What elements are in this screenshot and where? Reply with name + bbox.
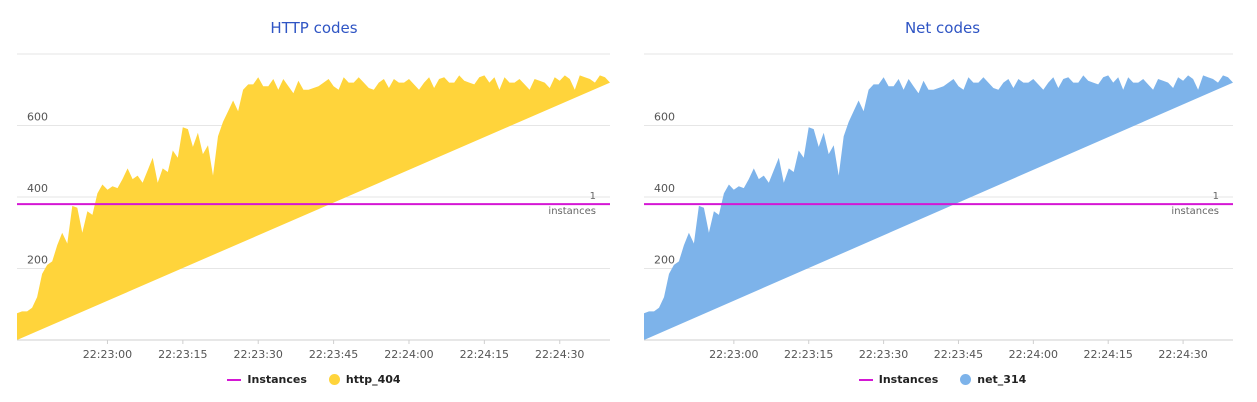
series-area-http_404	[17, 75, 610, 341]
net-codes-plot: 200 400 600 22:23:00 22:23:15 22:23:30 22:23:4…	[644, 53, 1233, 361]
y-tick-label: 600	[27, 111, 48, 124]
legend-label: Instances	[247, 373, 307, 386]
legend-label: http_404	[345, 373, 401, 386]
legend-series-swatch	[960, 374, 972, 385]
threshold-unit-label: instances	[1171, 206, 1219, 217]
y-tick-label: 400	[654, 182, 675, 195]
http-codes-plot: 200 400 600 22:23:00 22:23:15 22:23:30 22:23:4…	[17, 53, 610, 361]
threshold-value-label: 1	[590, 191, 596, 202]
series-area-net_314	[644, 75, 1233, 341]
x-tick-label: 22:24:15	[460, 348, 509, 361]
legend-item-http-404[interactable]: http_404	[328, 373, 401, 386]
legend-item-instances[interactable]: Instances	[227, 373, 307, 386]
legend-series-swatch	[328, 374, 340, 385]
x-tick-label: 22:23:15	[158, 348, 207, 361]
y-tick-label: 200	[654, 254, 675, 267]
x-tick-label: 22:23:15	[784, 348, 833, 361]
legend-instances-swatch	[227, 378, 242, 381]
y-tick-label: 400	[27, 182, 48, 195]
x-tick-label: 22:23:45	[934, 348, 983, 361]
http-codes-chart-panel: HTTP codes 200 400 600 22:23:00 22:23:15 22:2…	[0, 0, 628, 402]
chart-legend: Instances net_314	[628, 373, 1257, 386]
legend-item-net-314[interactable]: net_314	[960, 373, 1026, 386]
x-tick-label: 22:24:15	[1084, 348, 1133, 361]
x-tick-label: 22:24:00	[1009, 348, 1058, 361]
y-tick-label: 600	[654, 111, 675, 124]
legend-label: Instances	[878, 373, 939, 386]
x-tick-label: 22:23:30	[859, 348, 908, 361]
x-tick-label: 22:23:00	[709, 348, 758, 361]
x-tick-label: 22:23:45	[309, 348, 358, 361]
legend-label: net_314	[977, 373, 1027, 386]
threshold-value-label: 1	[1213, 191, 1219, 202]
x-tick-label: 22:24:00	[384, 348, 433, 361]
x-tick-label: 22:23:30	[234, 348, 283, 361]
chart-legend: Instances http_404	[0, 373, 628, 386]
net-codes-chart-panel: Net codes 200 400 600 22:23:00 22:23:15 22:23…	[628, 0, 1257, 402]
x-tick-label: 22:23:00	[83, 348, 132, 361]
legend-item-instances[interactable]: Instances	[858, 373, 939, 386]
threshold-unit-label: instances	[548, 206, 596, 217]
legend-instances-swatch	[858, 378, 873, 381]
x-tick-label: 22:24:30	[535, 348, 584, 361]
x-tick-label: 22:24:30	[1158, 348, 1207, 361]
y-tick-label: 200	[27, 254, 48, 267]
